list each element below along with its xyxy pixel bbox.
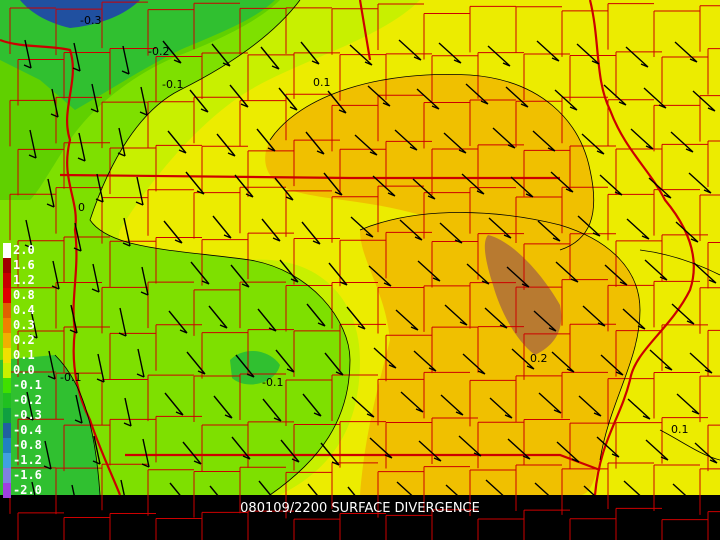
contour-label: 0	[78, 201, 85, 214]
legend-swatch	[3, 408, 11, 423]
legend-label: 1.2	[13, 273, 35, 287]
county-line	[17, 512, 64, 540]
legend-row: 0.8	[3, 288, 73, 303]
legend-label: 0.8	[13, 288, 35, 302]
legend-row: 1.6	[3, 258, 73, 273]
county-line	[109, 512, 156, 540]
legend-swatch	[3, 258, 11, 273]
legend-row: 0.1	[3, 348, 73, 363]
contour-label: -0.1	[262, 376, 283, 389]
legend-swatch	[3, 438, 11, 453]
county-line	[569, 518, 616, 540]
legend-label: 0.2	[13, 333, 35, 347]
divergence-fills	[0, 0, 720, 495]
legend-row: -0.1	[3, 378, 73, 393]
legend-swatch	[3, 423, 11, 438]
legend-swatch	[3, 273, 11, 288]
legend-label: 0.0	[13, 363, 35, 377]
map-caption: 080109/2200 SURFACE DIVERGENCE	[240, 501, 480, 516]
legend-row: -0.4	[3, 423, 73, 438]
legend-label: 1.6	[13, 258, 35, 272]
legend-swatch	[3, 333, 11, 348]
legend-row: 1.2	[3, 273, 73, 288]
legend-label: -0.3	[13, 408, 42, 422]
legend-label: -0.8	[13, 438, 42, 452]
legend-swatch	[3, 243, 11, 258]
legend-swatch	[3, 483, 11, 498]
legend-swatch	[3, 378, 11, 393]
legend-swatch	[3, 318, 11, 333]
legend-row: -0.3	[3, 408, 73, 423]
legend-label: 0.4	[13, 303, 35, 317]
legend-label: -2.0	[13, 483, 42, 497]
legend-row: 0.4	[3, 303, 73, 318]
legend-label: 0.1	[13, 348, 35, 362]
surface-divergence-map: -0.3 -0.2 -0.1 0.1 0 -0.1 -0.1 0.2 0.1 2…	[0, 0, 720, 540]
legend-swatch	[3, 453, 11, 468]
county-line	[63, 517, 110, 540]
legend-label: -1.2	[13, 453, 42, 467]
legend-row: 0.3	[3, 318, 73, 333]
legend-swatch	[3, 363, 11, 378]
contour-label: -0.3	[80, 14, 101, 27]
legend-label: -1.6	[13, 468, 42, 482]
legend-label: -0.2	[13, 393, 42, 407]
county-line	[385, 514, 432, 540]
map-canvas: -0.3 -0.2 -0.1 0.1 0 -0.1 -0.1 0.2 0.1	[0, 0, 720, 540]
county-line	[339, 512, 386, 540]
legend-label: 2.0	[13, 243, 35, 257]
contour-label: 0.1	[671, 423, 689, 436]
county-line	[155, 517, 202, 540]
contour-label: -0.1	[162, 78, 183, 91]
county-line	[661, 519, 708, 540]
legend-swatch	[3, 348, 11, 363]
legend-label: 0.3	[13, 318, 35, 332]
legend-row: -0.2	[3, 393, 73, 408]
legend-row: -0.8	[3, 438, 73, 453]
county-line	[477, 518, 524, 540]
legend-swatch	[3, 303, 11, 318]
contour-label: -0.2	[148, 45, 169, 58]
legend-row: -1.2	[3, 453, 73, 468]
color-legend: 2.0 1.6 1.2 0.8 0.4 0.3 0.2 0.1 0.0 -0.1 -0.2 -0.3-…	[3, 243, 73, 513]
county-line	[293, 518, 340, 540]
legend-swatch	[3, 288, 11, 303]
county-line	[201, 511, 248, 540]
legend-row: -1.6	[3, 468, 73, 483]
legend-label: -0.1	[13, 378, 42, 392]
contour-label: 0.1	[313, 76, 331, 89]
legend-row: 2.0	[3, 243, 73, 258]
legend-swatch	[3, 468, 11, 483]
legend-label: -0.4	[13, 423, 42, 437]
legend-row: 0.0	[3, 363, 73, 378]
legend-swatch	[3, 393, 11, 408]
legend-row: 0.2	[3, 333, 73, 348]
contour-label: 0.2	[530, 352, 548, 365]
legend-row: -2.0	[3, 483, 73, 498]
